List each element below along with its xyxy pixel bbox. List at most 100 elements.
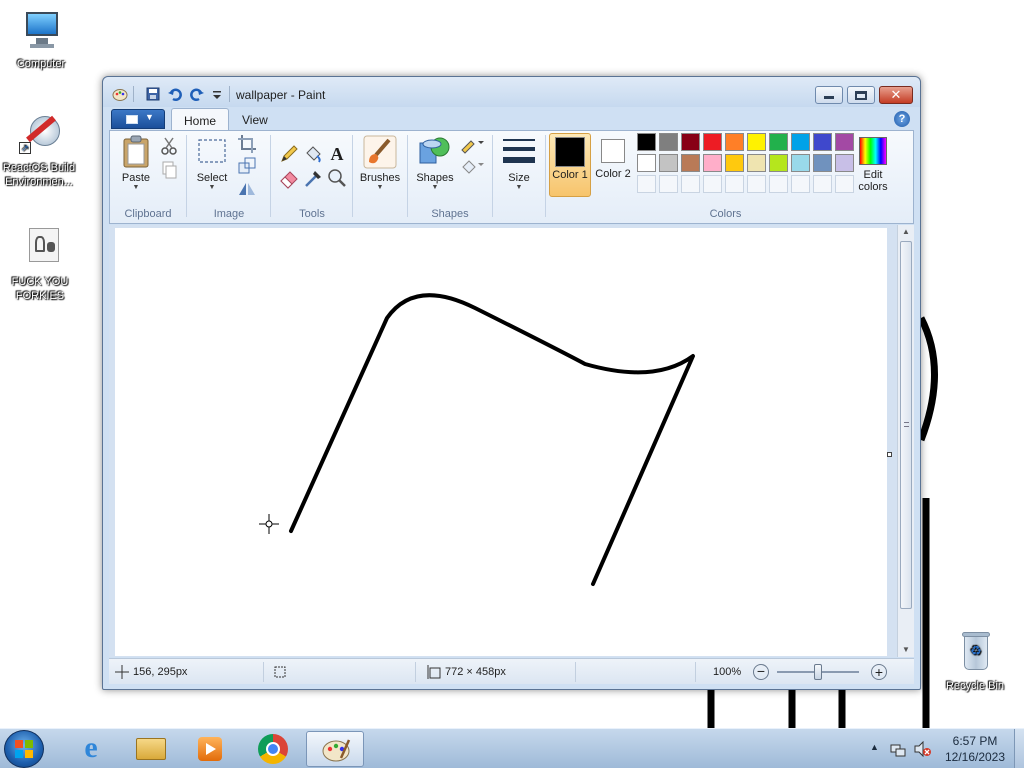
undo-icon[interactable] [167,86,183,102]
color-swatch[interactable] [703,133,722,151]
paste-button[interactable]: Paste ▼ [116,135,156,199]
color-swatch[interactable] [747,154,766,172]
color-swatch[interactable] [637,133,656,151]
color-swatch[interactable] [791,133,810,151]
show-hidden-icons-icon[interactable]: ▲ [870,742,879,752]
media-player-icon [198,737,222,761]
zoom-in-button[interactable]: + [871,664,887,680]
close-button[interactable]: ✕ [879,86,913,104]
pencil-icon[interactable] [278,143,300,165]
color-swatch[interactable] [813,154,832,172]
taskbar-app-media-player[interactable] [182,731,240,767]
taskbar-app-explorer[interactable] [122,731,180,767]
folder-icon [136,738,166,760]
color-swatch[interactable] [659,133,678,151]
color-swatch[interactable] [703,154,722,172]
crop-icon[interactable] [236,133,258,155]
color-swatch[interactable] [747,133,766,151]
vertical-scrollbar[interactable]: ▲ ▼ [897,225,914,657]
color-swatch[interactable] [681,154,700,172]
custom-color-slot[interactable] [681,175,700,193]
start-button[interactable] [4,730,44,768]
custom-color-slot[interactable] [703,175,722,193]
minimize-button[interactable] [815,86,843,104]
zoom-slider[interactable] [777,664,859,680]
color-swatch[interactable] [659,154,678,172]
size-button[interactable]: Size ▼ [496,135,542,199]
paint-menu-button[interactable]: ▼ [111,109,165,129]
title-bar[interactable]: wallpaper - Paint ✕ [103,77,920,107]
taskbar-app-paint[interactable] [306,731,364,767]
fill-icon[interactable] [302,143,324,165]
help-icon[interactable]: ? [894,111,910,127]
canvas-resize-handle[interactable] [887,452,892,457]
custom-color-slot[interactable] [791,175,810,193]
qat-separator [229,86,230,102]
scroll-up-icon[interactable]: ▲ [901,227,911,236]
color-swatch[interactable] [769,133,788,151]
scroll-down-icon[interactable]: ▼ [901,645,911,654]
edit-colors-button[interactable]: Edit colors [850,135,896,199]
magnifier-icon[interactable] [326,167,348,189]
custom-color-slot[interactable] [637,175,656,193]
clock-time[interactable]: 6:57 PM [940,734,1010,748]
color-swatch[interactable] [813,133,832,151]
zoom-out-button[interactable]: − [753,664,769,680]
custom-color-slot[interactable] [747,175,766,193]
custom-color-slot[interactable] [813,175,832,193]
group-label: Image [213,208,245,220]
custom-color-slot[interactable] [659,175,678,193]
color2-button[interactable]: Color 2 [593,133,633,197]
selection-size-icon [274,666,286,678]
color-swatch[interactable] [725,133,744,151]
scroll-thumb[interactable] [900,241,912,609]
network-icon[interactable] [890,741,906,757]
volume-muted-icon[interactable] [914,741,932,757]
clock-date[interactable]: 12/16/2023 [940,750,1010,764]
color-swatch[interactable] [681,133,700,151]
brushes-button[interactable]: Brushes ▼ [356,135,404,199]
color1-button[interactable]: Color 1 [549,133,591,197]
custom-color-slot[interactable] [769,175,788,193]
rotate-icon[interactable] [236,177,258,199]
line-size-icon [503,139,535,163]
show-desktop-button[interactable] [1014,729,1024,768]
taskbar-app-chrome[interactable] [244,731,302,767]
paint-icon [322,739,351,762]
resize-icon[interactable] [236,155,258,177]
color-swatch[interactable] [637,154,656,172]
eraser-icon[interactable] [278,167,300,189]
shapes-button[interactable]: Shapes ▼ [413,135,457,199]
status-bar: 156, 295px 772 × 458px 100% − + [109,658,914,684]
customize-qat-icon[interactable] [209,86,225,102]
restore-button[interactable] [847,86,875,104]
cut-icon[interactable] [158,135,180,157]
text-tool-icon[interactable]: A [326,143,348,165]
outline-icon[interactable] [459,133,485,155]
custom-color-slot[interactable] [725,175,744,193]
tab-view[interactable]: View [230,108,280,131]
fill-bucket-icon[interactable] [459,155,485,177]
copy-icon[interactable] [158,159,180,181]
color1-swatch [555,137,585,167]
redo-icon[interactable] [189,86,205,102]
desktop-icon-reactos-build[interactable]: ↗ ReactOS Build Environmen... [0,112,80,189]
status-divider [415,662,416,682]
color-swatch[interactable] [791,154,810,172]
select-button[interactable]: Select ▼ [192,135,232,199]
taskbar-app-internet-explorer[interactable]: e [62,731,120,767]
windows-logo-icon [15,740,33,758]
desktop-icon-recycle-bin[interactable]: ♻ Recycle Bin [934,630,1016,693]
desktop-icon-computer[interactable]: Computer [0,8,82,71]
desktop-icon-label: ReactOS Build Environmen... [2,162,76,188]
drawing-canvas[interactable] [115,228,892,656]
tab-home[interactable]: Home [171,108,230,131]
canvas-size-icon [427,665,441,679]
desktop-icon-image-file[interactable]: FUCK YOU FORKIES [0,226,81,303]
color-swatch[interactable] [725,154,744,172]
canvas-size: 772 × 458px [445,666,506,678]
color-picker-icon[interactable] [302,167,324,189]
zoom-slider-thumb[interactable] [814,664,822,680]
save-icon[interactable] [145,86,161,102]
color-swatch[interactable] [769,154,788,172]
